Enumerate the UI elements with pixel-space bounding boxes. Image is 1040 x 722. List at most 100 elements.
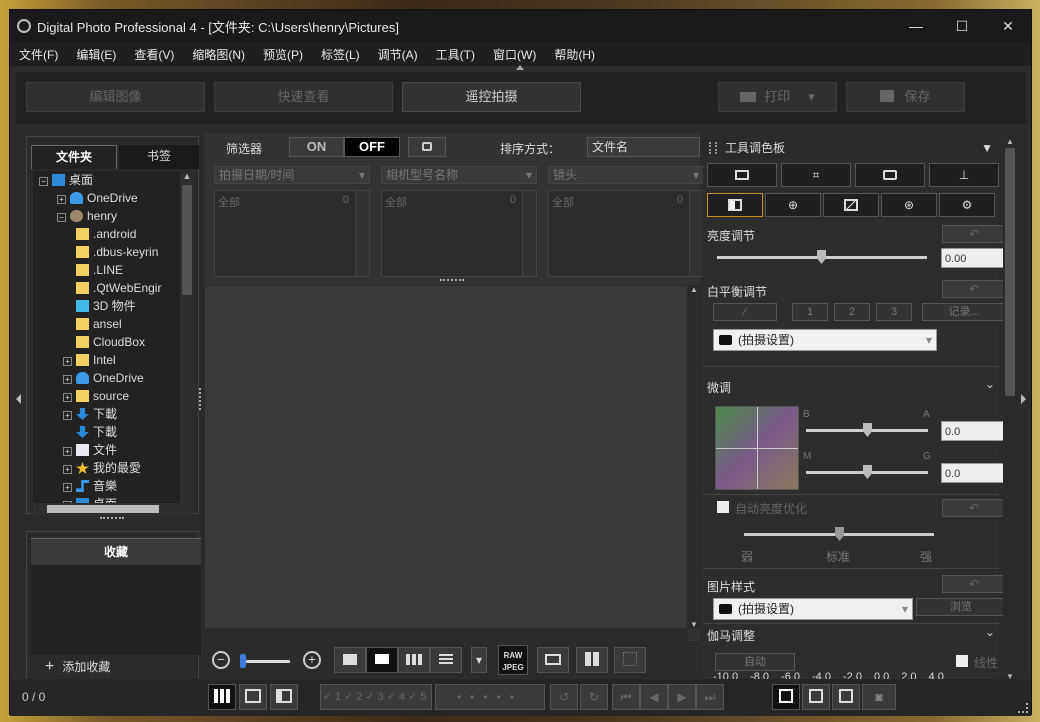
wb-preset-2[interactable]: 2 [834,303,870,321]
scroll-thumb[interactable] [1005,148,1015,396]
collapse-icon[interactable]: ⌄ [985,625,995,639]
tree-item[interactable]: .QtWebEngir [76,279,161,297]
tool-crop-button[interactable]: ⌗ [781,163,851,187]
zoom-slider[interactable] [242,660,290,663]
tab-bookmark[interactable]: 书签 [119,145,199,169]
raw-jpeg-button[interactable]: RAW JPEG [498,645,528,675]
lens-filter-list[interactable]: 全部 0 [548,190,704,277]
tree-item[interactable]: 3D 物件 [76,297,136,315]
menu-label[interactable]: 标签(L) [321,46,360,63]
navigator-toggle[interactable] [832,684,860,710]
filter-resize-handle[interactable] [440,279,464,282]
menu-edit[interactable]: 编辑(E) [76,46,116,63]
tree-item[interactable]: .android [76,225,136,243]
tree-item[interactable]: 下載 [76,423,117,441]
brightness-slider-thumb[interactable] [817,250,826,264]
tree-item[interactable]: + OneDrive [63,369,144,387]
auto-light-checkbox[interactable] [717,501,729,513]
h-scroll-thumb[interactable] [47,505,159,513]
menu-file[interactable]: 文件(F) [19,46,58,63]
tab-folder[interactable]: 文件夹 [31,145,117,169]
add-favorite-button[interactable]: + 添加收藏 [45,658,110,676]
histogram-toggle[interactable] [802,684,830,710]
tab-basic-adjust[interactable] [707,193,763,217]
sort-select[interactable]: 文件名 [587,137,700,157]
chevron-down-icon[interactable]: ▼ [981,137,993,159]
layout-preview-button[interactable] [239,684,267,710]
scroll-up-icon[interactable]: ▲ [1003,137,1017,146]
tree-item[interactable]: CloudBox [76,333,145,351]
tab-color[interactable]: ⊛ [881,193,937,217]
save-button[interactable]: 保存 [846,82,965,112]
layout-grid-button[interactable] [208,684,236,710]
ba-input[interactable]: 0.0 [941,421,1005,441]
mg-slider-thumb[interactable] [863,465,872,479]
tool-palette-toggle[interactable] [772,684,800,710]
large-thumb-button[interactable] [334,647,366,673]
tree-item[interactable]: − 桌面 [39,171,93,189]
tab-tone-curve[interactable] [823,193,879,217]
filter-off-button[interactable]: OFF [344,137,400,157]
tree-item[interactable]: + 下載 [63,405,117,423]
tree-horizontal-scrollbar[interactable] [33,503,194,515]
camera-info-toggle[interactable]: ◙ [862,684,896,710]
tree-item[interactable]: .dbus-keyrin [76,243,158,261]
tree-vertical-scrollbar[interactable]: ▲ [180,171,194,503]
tree-item[interactable]: .LINE [76,261,123,279]
menu-view[interactable]: 查看(V) [134,46,174,63]
tree-item[interactable]: + OneDrive [57,189,138,207]
tool-palette-scrollbar[interactable]: ▲ ▼ [1003,137,1017,681]
wb-preset-1[interactable]: 1 [792,303,828,321]
collapse-toolbar-icon[interactable] [516,65,524,70]
last-image-button[interactable]: ⏭ [696,684,724,710]
tree-item[interactable]: + 音樂 [63,477,117,495]
star-rating[interactable]: ••••• [435,684,545,710]
menu-window[interactable]: 窗口(W) [493,46,536,63]
tree-item[interactable]: + 我的最愛 [63,459,141,477]
menu-help[interactable]: 帮助(H) [554,46,595,63]
rotate-left-button[interactable]: ↺ [550,684,578,710]
auto-light-slider-thumb[interactable] [835,527,844,541]
ba-slider-thumb[interactable] [863,423,872,437]
menu-adjust[interactable]: 调节(A) [378,46,418,63]
view-options-dropdown[interactable]: ▾ [471,647,487,673]
zoom-slider-thumb[interactable] [240,654,246,668]
menu-preview[interactable]: 预览(P) [263,46,303,63]
lock-button[interactable] [408,137,446,157]
scroll-down-icon[interactable]: ▼ [688,620,700,629]
panel-resize-handle[interactable] [100,517,124,521]
multi-view-button[interactable] [576,647,608,673]
remote-shooting-button[interactable]: 遥控拍摄 [402,82,581,112]
tree-item[interactable]: + Intel [63,351,116,369]
color-wheel-grid[interactable] [715,406,799,490]
prev-image-button[interactable]: ◀ [640,684,668,710]
compare-view-button[interactable] [614,647,646,673]
tree-item[interactable]: − henry [57,207,117,225]
tab-settings[interactable]: ⚙ [939,193,995,217]
collapse-icon[interactable]: ⌄ [985,377,995,391]
wb-preset-3[interactable]: 3 [876,303,912,321]
rating-marks[interactable]: ✓1✓2✓3✓4✓5 [320,684,432,710]
next-image-button[interactable]: ▶ [668,684,696,710]
menu-tools[interactable]: 工具(T) [436,46,475,63]
picture-style-reset-button[interactable]: ↶ [942,575,1006,593]
camera-filter-list[interactable]: 全部 0 [381,190,537,277]
grip-icon[interactable] [709,142,717,154]
lens-filter-select[interactable]: 镜头 ▾ [548,166,704,184]
first-image-button[interactable]: ⏮ [612,684,640,710]
tool-image-button[interactable] [855,163,925,187]
date-filter-select[interactable]: 拍摄日期/时间 ▾ [214,166,370,184]
maximize-button[interactable]: ☐ [939,10,985,42]
quick-check-button[interactable]: 快速查看 [214,82,393,112]
right-panel-toggle-icon[interactable] [1021,394,1026,404]
center-splitter-handle[interactable] [199,388,202,410]
auto-light-reset-button[interactable]: ↶ [942,499,1006,517]
scroll-thumb[interactable] [182,185,192,295]
resize-grip-icon[interactable] [1018,703,1028,713]
tree-item[interactable]: +桌面 [63,495,117,503]
close-button[interactable]: ✕ [985,10,1031,42]
wb-select[interactable]: (拍摄设置) ▾ [713,329,937,351]
print-button[interactable]: 打印 ▾ [718,82,837,112]
brightness-reset-button[interactable]: ↶ [942,225,1006,243]
zoom-out-icon[interactable]: − [212,651,230,669]
